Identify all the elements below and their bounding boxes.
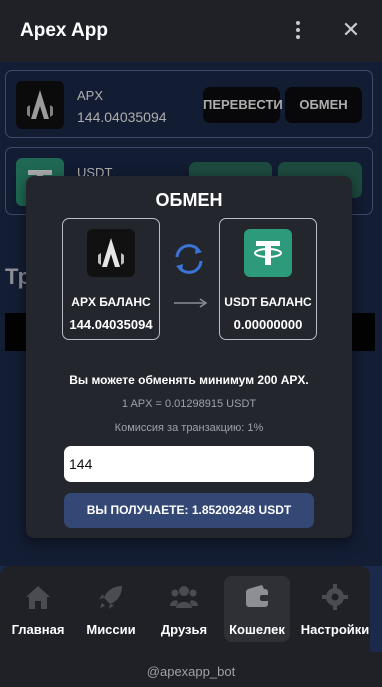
app-title: Apex App: [20, 20, 108, 41]
close-icon[interactable]: ✕: [339, 17, 363, 43]
more-vertical-icon[interactable]: [290, 18, 306, 44]
to-balance-card: USDT БАЛАНС 0.00000000: [219, 218, 317, 340]
exchange-rate: 1 APX = 0.01298915 USDT: [121, 398, 257, 410]
bottom-nav: Главная Миссии Друзья Кошелек Настройки: [0, 566, 382, 652]
wallet-icon: [242, 582, 272, 612]
apx-logo-icon: [87, 229, 135, 277]
nav-item-home[interactable]: Главная: [5, 576, 71, 642]
arrow-right-icon: [174, 296, 208, 310]
nav-item-friends[interactable]: Друзья: [151, 576, 217, 642]
from-balance-card: APX БАЛАНС 144.04035094: [62, 218, 160, 340]
from-balance-value: 144.04035094: [69, 317, 153, 332]
nav-label: Миссии: [86, 622, 136, 637]
rocket-icon: [96, 582, 126, 612]
minimum-note: Вы можете обменять минимум 200 APX.: [69, 373, 309, 387]
nav-item-missions[interactable]: Миссии: [78, 576, 144, 642]
tether-logo-icon: [244, 229, 292, 277]
bottom-nav-bar: Главная Миссии Друзья Кошелек Настройки: [0, 566, 370, 652]
receive-button[interactable]: ВЫ ПОЛУЧАЕТЕ: 1.85209248 USDT: [64, 493, 314, 528]
amount-input[interactable]: [64, 446, 314, 482]
to-balance-value: 0.00000000: [233, 317, 303, 332]
nav-item-wallet[interactable]: Кошелек: [224, 576, 290, 642]
to-balance-label: USDT БАЛАНС: [224, 295, 312, 309]
modal-title: ОБМЕН: [155, 190, 223, 210]
app-header: Apex App ✕: [0, 0, 382, 62]
exchange-modal: ОБМЕН APX БАЛАНС 144.04035094 USDT БАЛАН…: [26, 176, 352, 538]
nav-label: Настройки: [300, 622, 370, 637]
nav-label: Главная: [11, 622, 65, 637]
from-balance-label: APX БАЛАНС: [71, 295, 151, 309]
bot-handle: @apexapp_bot: [146, 664, 236, 679]
footer: @apexapp_bot: [0, 652, 382, 687]
gear-icon: [320, 582, 350, 612]
nav-label: Друзья: [160, 622, 208, 637]
transaction-fee: Комиссия за транзакцию: 1%: [114, 422, 264, 434]
friends-icon: [169, 582, 199, 612]
home-icon: [23, 582, 53, 612]
swap-arrows-icon[interactable]: [171, 242, 207, 276]
nav-label: Кошелек: [229, 622, 285, 637]
nav-item-settings[interactable]: Настройки: [301, 576, 369, 642]
